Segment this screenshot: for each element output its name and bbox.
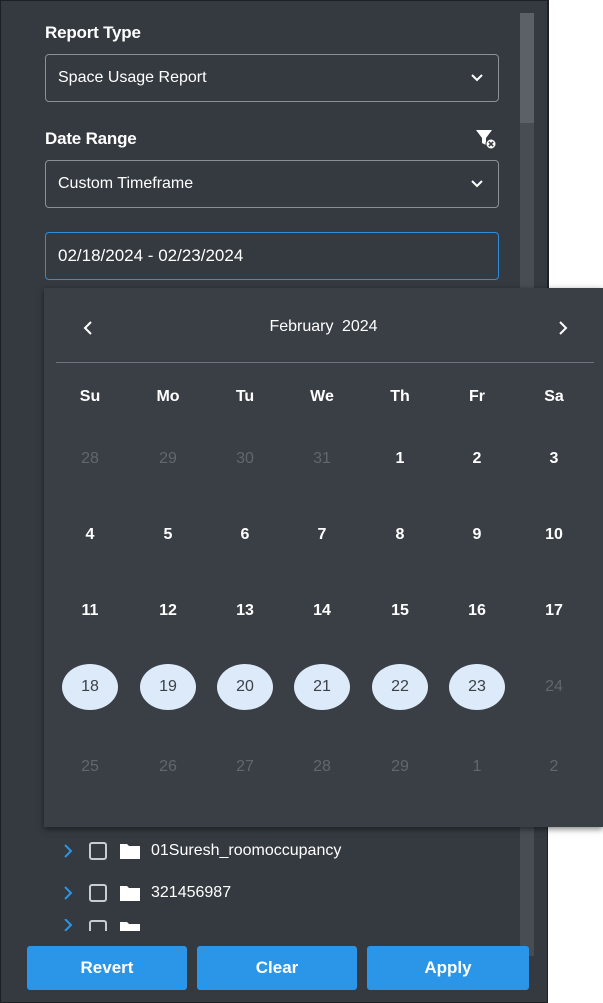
tree-item[interactable]: 321456987 <box>61 879 231 907</box>
tree-item-label: 321456987 <box>151 884 232 901</box>
calendar-day-selected[interactable]: 18 <box>62 664 118 710</box>
tree-item-label: 01Suresh_roomoccupancy <box>151 842 342 859</box>
calendar-day-selected[interactable]: 23 <box>449 664 505 710</box>
tree-item-checkbox[interactable] <box>89 842 107 860</box>
calendar-day[interactable]: 28 <box>294 744 350 790</box>
folder-icon <box>120 922 140 931</box>
date-picker-calendar: February 2024 Su Mo Tu We Th Fr Sa 28 29 30 31 1 2 3… <box>44 288 603 827</box>
calendar-day-selected[interactable]: 22 <box>372 664 428 710</box>
calendar-day[interactable]: 15 <box>372 588 428 634</box>
calendar-day[interactable]: 30 <box>217 436 273 482</box>
next-month-icon[interactable] <box>555 320 571 336</box>
calendar-day[interactable]: 14 <box>294 588 350 634</box>
calendar-day[interactable]: 7 <box>294 512 350 558</box>
calendar-day[interactable]: 10 <box>526 512 582 558</box>
apply-button[interactable]: Apply <box>367 946 529 990</box>
calendar-day[interactable]: 5 <box>140 512 196 558</box>
clear-filter-icon[interactable] <box>475 128 497 150</box>
weekday-label: Mo <box>156 388 180 405</box>
revert-button[interactable]: Revert <box>27 946 187 990</box>
calendar-day[interactable]: 4 <box>62 512 118 558</box>
calendar-day[interactable]: 1 <box>449 744 505 790</box>
calendar-day[interactable]: 26 <box>140 744 196 790</box>
date-range-value: Custom Timeframe <box>58 175 194 192</box>
tree-item-partial <box>61 919 151 931</box>
calendar-divider <box>56 362 594 363</box>
calendar-day[interactable]: 29 <box>372 744 428 790</box>
calendar-day[interactable]: 9 <box>449 512 505 558</box>
chevron-right-icon <box>64 919 73 931</box>
calendar-day[interactable]: 31 <box>294 436 350 482</box>
clear-button[interactable]: Clear <box>197 946 357 990</box>
calendar-day[interactable]: 13 <box>217 588 273 634</box>
calendar-day[interactable]: 25 <box>62 744 118 790</box>
calendar-day[interactable]: 6 <box>217 512 273 558</box>
calendar-day[interactable]: 16 <box>449 588 505 634</box>
weekday-label: Su <box>79 388 101 405</box>
date-range-input[interactable]: 02/18/2024 - 02/23/2024 <box>45 232 499 280</box>
report-type-value: Space Usage Report <box>58 69 207 86</box>
tree-item[interactable]: 01Suresh_roomoccupancy <box>61 837 341 865</box>
weekday-label: We <box>310 388 334 405</box>
calendar-day-selected[interactable]: 19 <box>140 664 196 710</box>
chevron-right-icon[interactable] <box>61 886 75 900</box>
calendar-day[interactable]: 12 <box>140 588 196 634</box>
weekday-label: Fr <box>469 388 485 405</box>
calendar-day[interactable]: 2 <box>526 744 582 790</box>
tree-item-checkbox <box>89 920 107 931</box>
calendar-month-title[interactable]: February 2024 <box>44 318 603 336</box>
calendar-day-selected[interactable]: 20 <box>217 664 273 710</box>
calendar-day[interactable]: 2 <box>449 436 505 482</box>
folder-icon <box>120 844 140 859</box>
calendar-day[interactable]: 17 <box>526 588 582 634</box>
weekday-label: Th <box>390 388 410 405</box>
calendar-header: February 2024 <box>44 308 603 348</box>
calendar-day[interactable]: 29 <box>140 436 196 482</box>
scrollbar-thumb[interactable] <box>520 13 534 123</box>
date-range-input-value: 02/18/2024 - 02/23/2024 <box>58 246 244 265</box>
calendar-day-selected[interactable]: 21 <box>294 664 350 710</box>
calendar-day[interactable]: 24 <box>526 664 582 710</box>
calendar-day[interactable]: 11 <box>62 588 118 634</box>
calendar-day[interactable]: 3 <box>526 436 582 482</box>
chevron-right-icon[interactable] <box>61 844 75 858</box>
calendar-day[interactable]: 1 <box>372 436 428 482</box>
date-range-label: Date Range <box>45 129 137 148</box>
report-type-label: Report Type <box>45 23 141 42</box>
calendar-day[interactable]: 28 <box>62 436 118 482</box>
tree-item-checkbox[interactable] <box>89 884 107 902</box>
calendar-day[interactable]: 27 <box>217 744 273 790</box>
calendar-day[interactable]: 8 <box>372 512 428 558</box>
date-range-select[interactable]: Custom Timeframe <box>45 160 499 208</box>
folder-icon <box>120 886 140 901</box>
frame-border <box>548 0 549 288</box>
weekday-label: Sa <box>544 388 564 405</box>
chevron-down-icon <box>471 74 483 82</box>
report-type-select[interactable]: Space Usage Report <box>45 54 499 102</box>
chevron-down-icon <box>471 180 483 188</box>
weekday-label: Tu <box>235 388 255 405</box>
